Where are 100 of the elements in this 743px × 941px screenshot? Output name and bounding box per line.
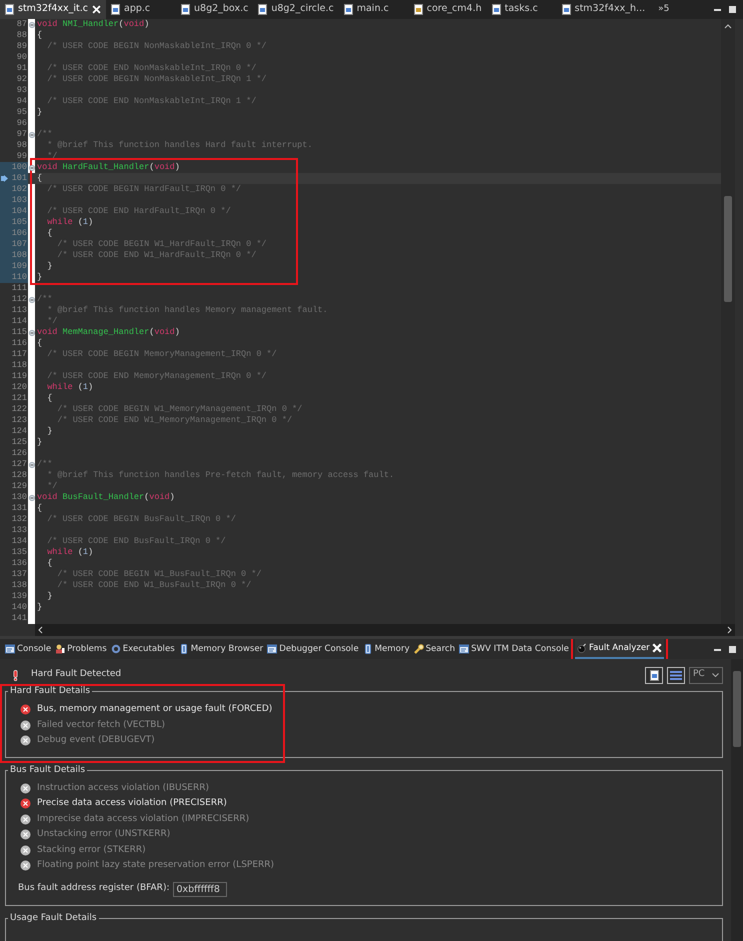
line-number: 116 (10, 338, 28, 349)
view-button[interactable] (667, 666, 685, 684)
collapse-icon[interactable] (28, 22, 34, 28)
line-number: 104 (0, 206, 28, 217)
scroll-left-icon[interactable] (38, 626, 43, 634)
open-source-button[interactable] (645, 666, 663, 684)
line-number: 138 (10, 580, 28, 591)
scrollbar-thumb[interactable] (733, 671, 741, 747)
code-line: { (36, 173, 42, 184)
line-number: 128 (10, 470, 28, 481)
code-line: } (46, 591, 52, 602)
code-line: { (36, 30, 42, 41)
code-line: void NMI_Handler(void) (36, 19, 150, 30)
collapse-icon[interactable] (28, 132, 34, 138)
editor-tab[interactable]: stm32f4xx_h... (556, 0, 650, 19)
fault-label: Imprecise data access violation (IMPRECISERR) (37, 812, 250, 826)
close-icon[interactable] (92, 4, 102, 15)
collapse-icon[interactable] (28, 296, 34, 302)
close-icon[interactable] (652, 643, 662, 653)
line-number: 91 (16, 63, 28, 74)
code-line: /* USER CODE BEGIN W1_MemoryManagement_IRQn 0 */ (56, 404, 302, 415)
panel-tab[interactable]: Console (3, 639, 54, 659)
group-title: Hard Fault Details (9, 687, 92, 696)
line-number: 135 (10, 547, 28, 558)
line-number: 125 (10, 437, 28, 448)
file-c-icon (344, 4, 353, 15)
line-number: 123 (10, 415, 28, 426)
instruction-pointer-icon (1, 175, 8, 182)
editor-tab[interactable]: u8g2_box.c (176, 0, 254, 19)
scroll-right-icon[interactable] (727, 626, 732, 634)
address-field[interactable]: 0xbffffff8 (173, 882, 228, 896)
code-line: while (1) (46, 217, 94, 228)
code-line: void HardFault_Handler(void) (36, 162, 180, 173)
code-line: while (1) (46, 382, 94, 393)
code-line: } (36, 602, 42, 613)
editor-tab[interactable]: u8g2_circle.c (253, 0, 339, 19)
register-label: Bus fault address register (BFAR): (18, 882, 170, 896)
maximize-icon[interactable] (728, 644, 737, 654)
line-number: 130 (10, 492, 28, 503)
line-number: 118 (10, 360, 28, 371)
editor-tab[interactable]: core_cm4.h (408, 0, 487, 19)
code-line: /* USER CODE BEGIN BusFault_IRQn 0 */ (46, 514, 236, 525)
line-number: 140 (10, 602, 28, 613)
collapse-icon[interactable] (28, 494, 34, 500)
line-number: 94 (16, 96, 28, 107)
code-line: /* USER CODE END MemoryManagement_IRQn 0 */ (46, 371, 267, 382)
editor-tab[interactable]: stm32f4xx_it.c (0, 0, 106, 19)
line-number: 99 (16, 151, 28, 162)
panel-tab[interactable]: Memory Browser (176, 639, 266, 659)
vertical-scrollbar[interactable] (721, 19, 735, 624)
panel-tab[interactable]: SWV ITM Data Console (457, 639, 571, 659)
panel-tab[interactable]: Problems (53, 639, 109, 659)
maximize-icon[interactable] (728, 5, 737, 14)
code-line: /* USER CODE END W1_HardFault_IRQn 0 */ (56, 250, 256, 261)
line-number: 124 (10, 426, 28, 437)
code-line: /* USER CODE BEGIN W1_HardFault_IRQn 0 */ (56, 239, 267, 250)
code-line: } (36, 437, 42, 448)
list-icon (670, 670, 682, 680)
memory-chip-icon (362, 644, 373, 654)
collapse-icon[interactable] (28, 462, 34, 468)
editor-tab[interactable]: app.c (106, 0, 176, 19)
file-c-icon (111, 4, 120, 15)
line-number: 119 (10, 371, 28, 382)
code-line: /* USER CODE END W1_BusFault_IRQn 0 */ (56, 580, 252, 591)
fault-label: Bus, memory management or usage fault (FORCED) (37, 703, 272, 716)
file-h-icon (414, 4, 423, 15)
collapse-icon[interactable] (28, 330, 34, 336)
scroll-up-icon[interactable] (724, 24, 732, 29)
collapse-icon[interactable] (28, 164, 34, 170)
line-number: 98 (16, 140, 28, 151)
line-number: 108 (0, 250, 28, 261)
panel-tab[interactable]: Debugger Console (265, 639, 361, 659)
panel-tab[interactable]: Executables (108, 639, 177, 659)
line-number: 115 (10, 327, 28, 338)
line-number: 95 (16, 107, 28, 118)
line-number: 107 (0, 239, 28, 250)
code-line: /* USER CODE BEGIN W1_BusFault_IRQn 0 */ (56, 569, 262, 580)
line-number: 96 (16, 118, 28, 129)
fault-label: Instruction access violation (IBUSERR) (37, 782, 210, 794)
more-tabs-button[interactable]: »5 (650, 2, 678, 16)
group-title: Usage Fault Details (9, 914, 98, 922)
line-number: 133 (10, 525, 28, 536)
fault-label: Floating point lazy state preservation error (LSPERR) (37, 859, 274, 872)
editor-tab[interactable]: tasks.c (486, 0, 557, 19)
code-line: * @brief This function handles Pre-fetch fault, memory access fault. (46, 470, 394, 481)
line-number: 132 (10, 514, 28, 525)
editor-tab[interactable]: main.c (338, 0, 409, 19)
scrollbar-thumb[interactable] (724, 196, 732, 302)
horizontal-scrollbar[interactable] (35, 624, 735, 636)
line-number: 131 (10, 503, 28, 514)
register-select[interactable]: PC (689, 666, 723, 684)
code-line: { (36, 503, 42, 514)
warning-person-icon (55, 644, 66, 654)
vertical-scrollbar[interactable] (731, 659, 743, 941)
code-line: { (36, 338, 42, 349)
console-icon (5, 644, 15, 654)
panel-tab[interactable]: Search (412, 639, 458, 659)
panel-tab[interactable]: Memory (360, 639, 412, 659)
fault-label: Unstacking error (UNSTKERR) (37, 828, 170, 841)
line-number: 97 (16, 129, 28, 140)
